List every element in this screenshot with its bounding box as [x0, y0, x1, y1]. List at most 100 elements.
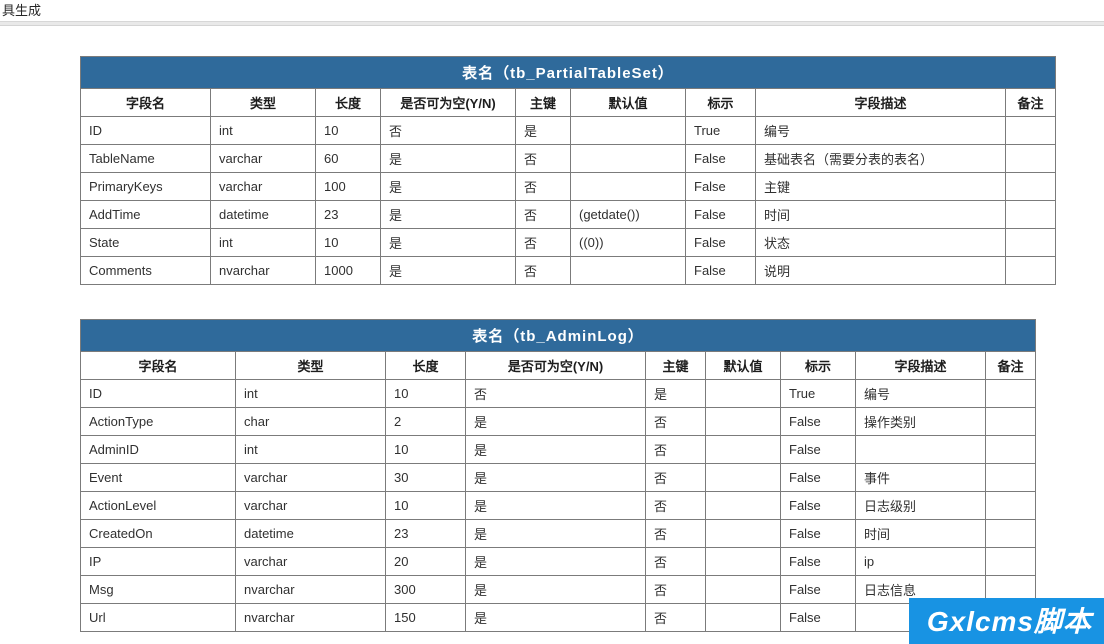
table-row: PrimaryKeysvarchar100是否False主键: [81, 173, 1056, 201]
cell-desc: [856, 436, 986, 464]
cell-remark: [1006, 145, 1056, 173]
cell-desc: 日志级别: [856, 492, 986, 520]
cell-length: 20: [386, 548, 466, 576]
table-row: Stateint10是否((0))False状态: [81, 229, 1056, 257]
column-header: 默认值: [571, 89, 686, 117]
column-header: 字段名: [81, 352, 236, 380]
cell-pk: 否: [516, 201, 571, 229]
cell-desc: 事件: [856, 464, 986, 492]
cell-identity: False: [781, 576, 856, 604]
cell-type: datetime: [211, 201, 316, 229]
cell-default: [571, 173, 686, 201]
cell-desc: 操作类别: [856, 408, 986, 436]
cell-field: Msg: [81, 576, 236, 604]
column-header: 类型: [236, 352, 386, 380]
table-row: Eventvarchar30是否False事件: [81, 464, 1036, 492]
table-row: AddTimedatetime23是否(getdate())False时间: [81, 201, 1056, 229]
table-row: IPvarchar20是否Falseip: [81, 548, 1036, 576]
cell-length: 2: [386, 408, 466, 436]
column-header: 备注: [986, 352, 1036, 380]
schema-table: 表名（tb_PartialTableSet）字段名类型长度是否可为空(Y/N)主…: [80, 56, 1056, 285]
cell-field: IP: [81, 548, 236, 576]
cell-desc: 编号: [856, 380, 986, 408]
table-row: Commentsnvarchar1000是否False说明: [81, 257, 1056, 285]
cell-remark: [986, 464, 1036, 492]
cell-pk: 否: [646, 408, 706, 436]
cell-field: AdminID: [81, 436, 236, 464]
cell-desc: 状态: [756, 229, 1006, 257]
cell-identity: False: [686, 257, 756, 285]
cell-desc: 基础表名（需要分表的表名）: [756, 145, 1006, 173]
cell-null: 是: [466, 520, 646, 548]
cell-remark: [986, 548, 1036, 576]
cell-desc: 主键: [756, 173, 1006, 201]
cell-field: ActionType: [81, 408, 236, 436]
column-header: 类型: [211, 89, 316, 117]
column-header: 是否可为空(Y/N): [381, 89, 516, 117]
table-row: Urlnvarchar150是否False: [81, 604, 1036, 632]
cell-length: 10: [386, 380, 466, 408]
cell-identity: False: [686, 145, 756, 173]
cell-type: int: [211, 229, 316, 257]
cell-remark: [986, 380, 1036, 408]
cell-length: 10: [386, 436, 466, 464]
cell-field: State: [81, 229, 211, 257]
cell-default: [706, 436, 781, 464]
table-row: IDint10否是True编号: [81, 117, 1056, 145]
cell-pk: 否: [516, 173, 571, 201]
cell-type: char: [236, 408, 386, 436]
cell-default: [706, 380, 781, 408]
cell-identity: True: [781, 380, 856, 408]
cell-identity: False: [781, 436, 856, 464]
column-header: 长度: [386, 352, 466, 380]
table-caption: 表名（tb_PartialTableSet）: [81, 57, 1056, 89]
cell-length: 10: [386, 492, 466, 520]
cell-length: 150: [386, 604, 466, 632]
cell-null: 是: [381, 257, 516, 285]
cell-remark: [986, 492, 1036, 520]
column-header: 字段名: [81, 89, 211, 117]
cell-pk: 否: [516, 145, 571, 173]
column-header: 长度: [316, 89, 381, 117]
cell-length: 10: [316, 117, 381, 145]
cell-identity: False: [781, 604, 856, 632]
cell-type: nvarchar: [236, 576, 386, 604]
cell-null: 是: [466, 408, 646, 436]
window-titlebar: 具生成: [0, 0, 1104, 22]
column-header: 主键: [516, 89, 571, 117]
cell-length: 100: [316, 173, 381, 201]
cell-null: 是: [466, 548, 646, 576]
cell-remark: [986, 408, 1036, 436]
cell-length: 300: [386, 576, 466, 604]
cell-null: 是: [381, 229, 516, 257]
cell-field: PrimaryKeys: [81, 173, 211, 201]
cell-remark: [1006, 229, 1056, 257]
cell-field: Event: [81, 464, 236, 492]
cell-default: [706, 576, 781, 604]
cell-default: [706, 408, 781, 436]
cell-desc: 说明: [756, 257, 1006, 285]
cell-type: int: [211, 117, 316, 145]
table-row: IDint10否是True编号: [81, 380, 1036, 408]
cell-remark: [1006, 257, 1056, 285]
cell-pk: 是: [516, 117, 571, 145]
cell-desc: ip: [856, 548, 986, 576]
cell-identity: False: [781, 548, 856, 576]
cell-identity: False: [781, 492, 856, 520]
cell-pk: 否: [646, 576, 706, 604]
cell-null: 是: [381, 145, 516, 173]
cell-length: 60: [316, 145, 381, 173]
cell-identity: False: [686, 201, 756, 229]
column-header: 默认值: [706, 352, 781, 380]
cell-type: nvarchar: [211, 257, 316, 285]
cell-type: varchar: [236, 492, 386, 520]
cell-type: int: [236, 436, 386, 464]
cell-field: ID: [81, 380, 236, 408]
cell-default: (getdate()): [571, 201, 686, 229]
column-header: 是否可为空(Y/N): [466, 352, 646, 380]
window-title-text: 具生成: [2, 0, 41, 19]
cell-type: datetime: [236, 520, 386, 548]
cell-identity: False: [686, 173, 756, 201]
cell-pk: 否: [516, 257, 571, 285]
cell-default: [706, 464, 781, 492]
